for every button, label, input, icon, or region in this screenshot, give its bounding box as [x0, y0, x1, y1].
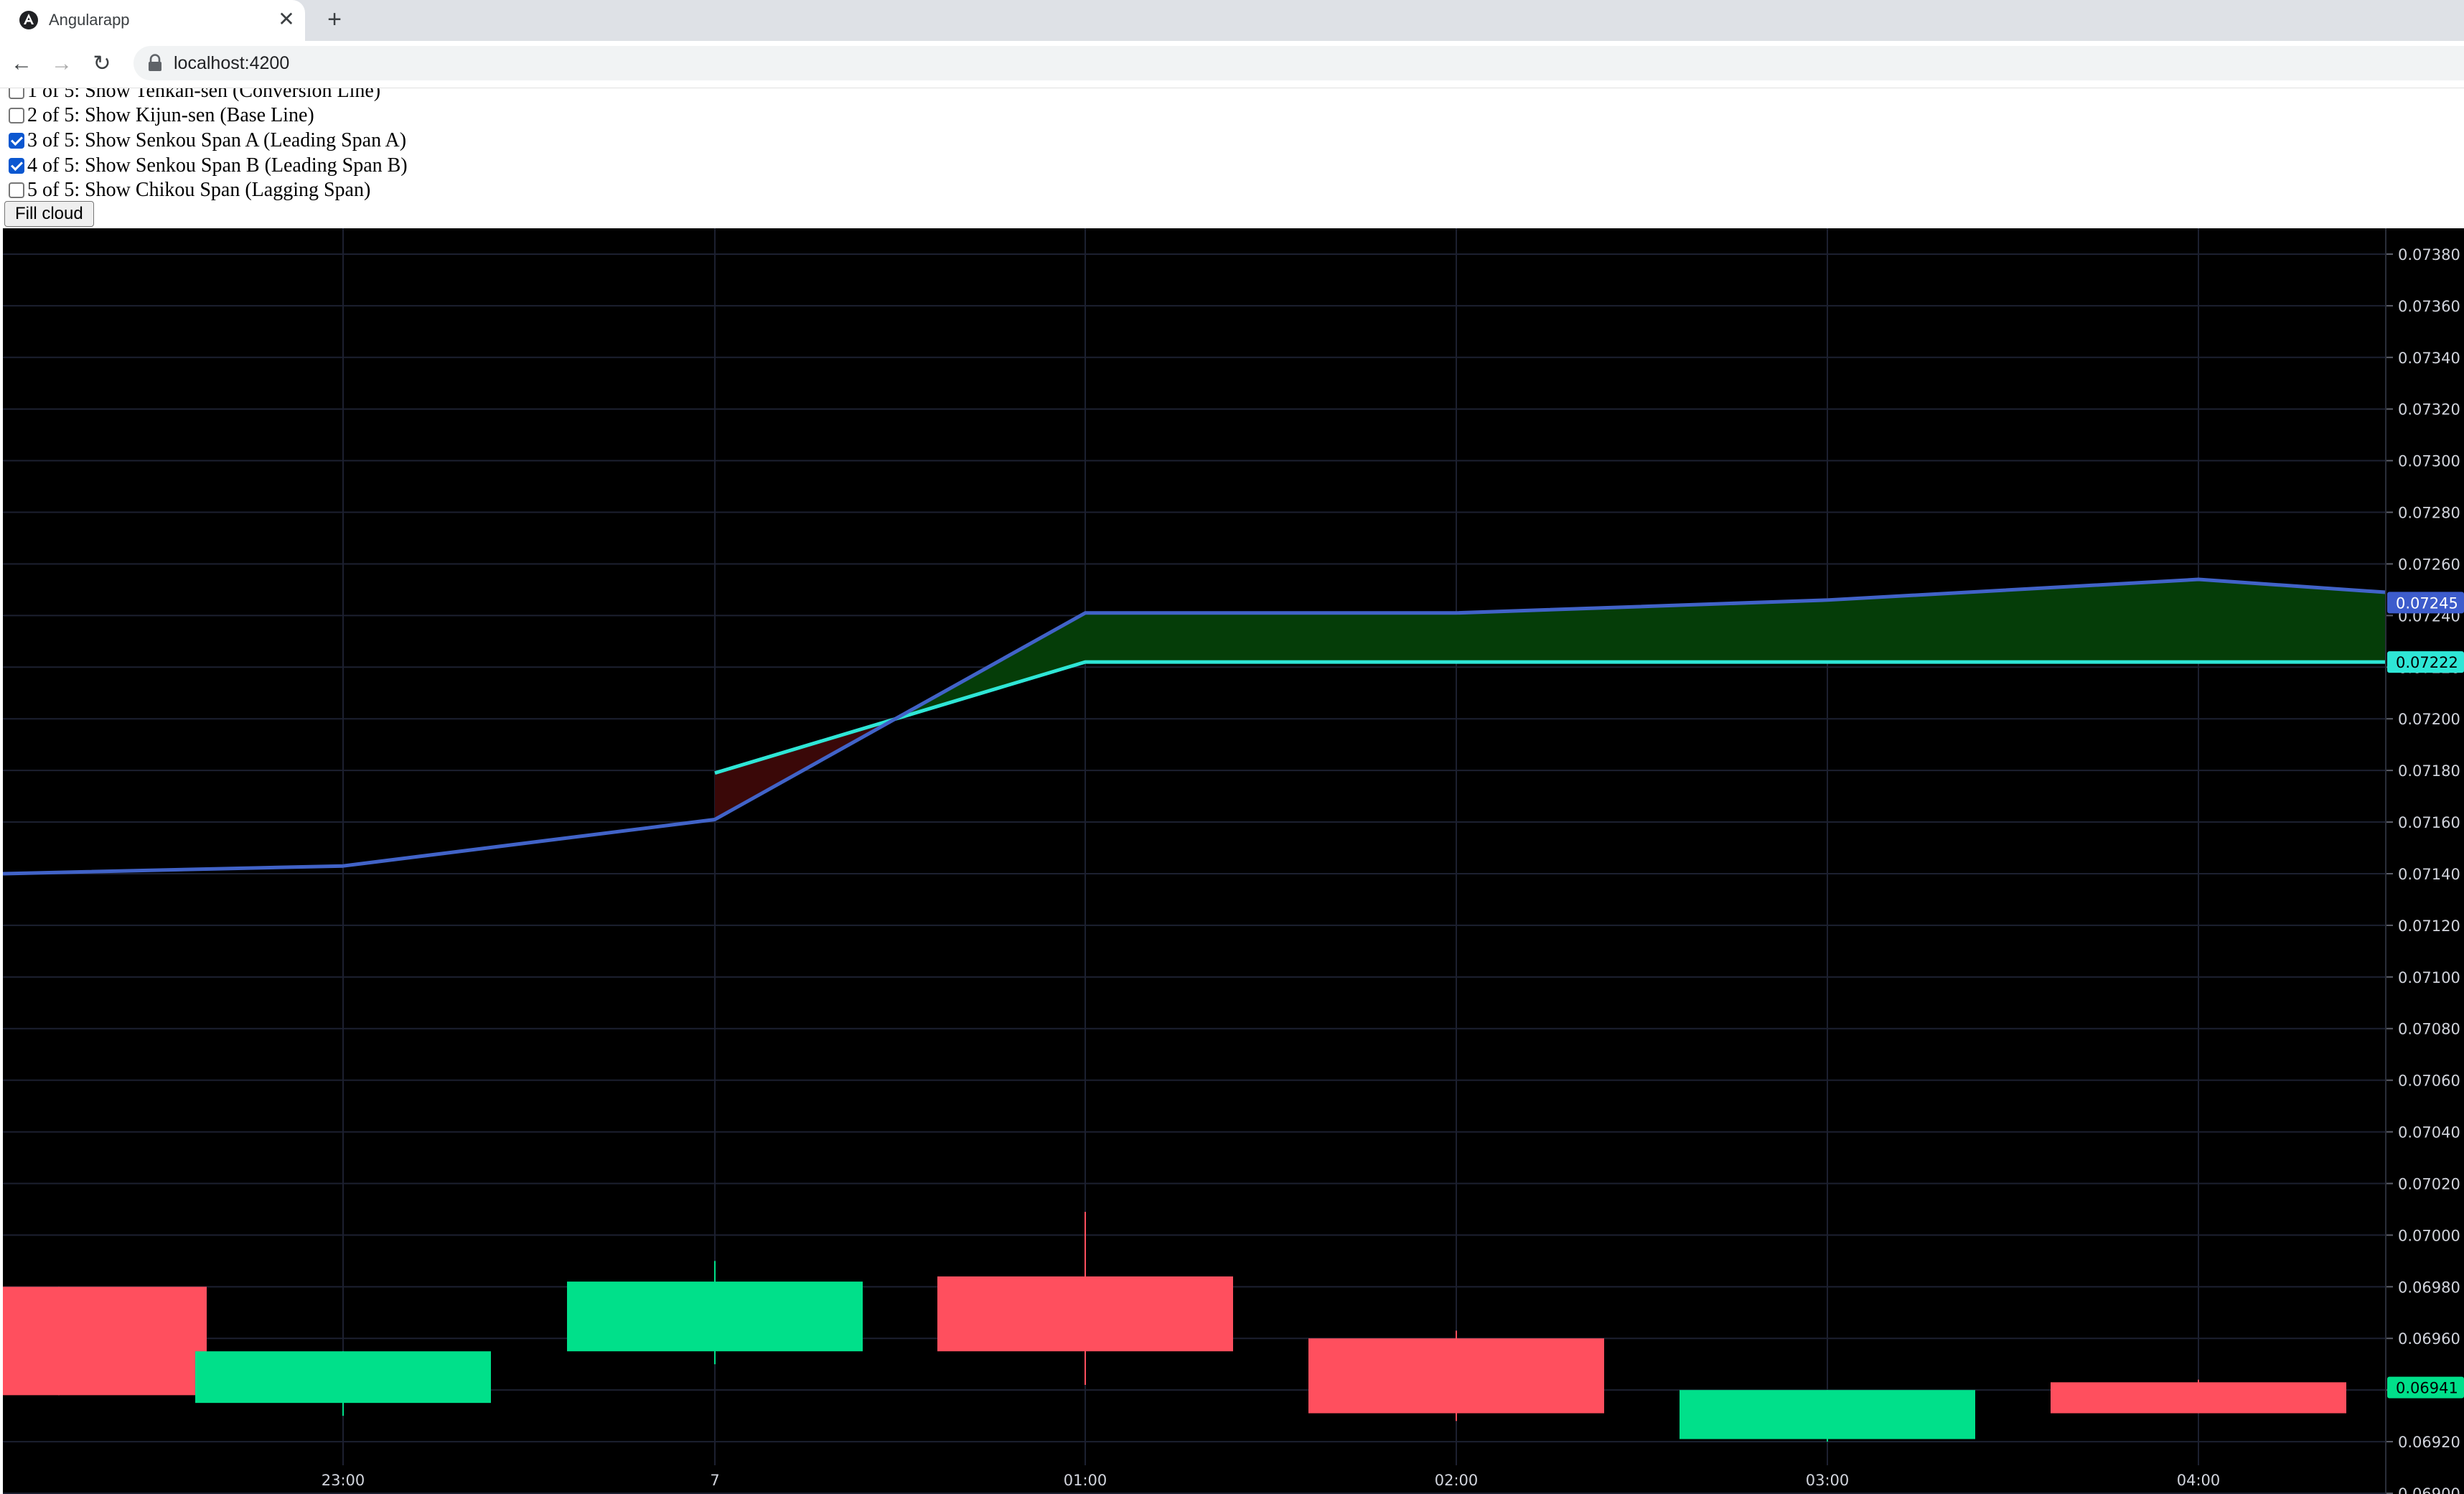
cloud-bullish: [885, 579, 2386, 724]
y-tick-label: 0.07260: [2398, 556, 2460, 573]
y-tick-label: 0.07100: [2398, 969, 2460, 986]
y-tick-label: 0.07120: [2398, 918, 2460, 935]
y-tick-label: 0.07060: [2398, 1073, 2460, 1090]
price-badge-label: 0.07222: [2396, 654, 2458, 671]
tab-title: Angularapp: [49, 11, 130, 29]
browser-tabstrip: Angularapp ✕ +: [0, 0, 2464, 41]
x-tick-label: 7: [710, 1472, 719, 1489]
lock-icon: [149, 54, 161, 71]
checkbox-tenkan[interactable]: [9, 88, 24, 99]
checkbox-senkou-a[interactable]: [9, 133, 24, 149]
browser-tab[interactable]: Angularapp ✕: [0, 0, 305, 41]
candle-body: [2051, 1382, 2346, 1414]
address-bar[interactable]: localhost:4200: [133, 46, 2464, 80]
checkbox-senkou-b[interactable]: [9, 158, 24, 174]
y-tick-label: 0.07340: [2398, 350, 2460, 367]
checkbox-chikou[interactable]: [9, 182, 24, 198]
forward-arrow-icon[interactable]: →: [49, 51, 75, 77]
y-tick-label: 0.07080: [2398, 1021, 2460, 1038]
y-tick-label: 0.07360: [2398, 298, 2460, 315]
candle-body: [195, 1351, 491, 1404]
x-tick-label: 03:00: [1806, 1472, 1850, 1489]
url-text: localhost:4200: [174, 53, 290, 73]
checkbox-label-senkou-a: 3 of 5: Show Senkou Span A (Leading Span…: [27, 129, 407, 151]
y-tick-label: 0.07020: [2398, 1175, 2460, 1192]
candle-body: [1680, 1390, 1975, 1439]
fill-cloud-button[interactable]: Fill cloud: [4, 201, 94, 227]
y-tick-label: 0.07040: [2398, 1124, 2460, 1141]
x-tick-label: 01:00: [1064, 1472, 1107, 1489]
angular-logo-icon: [19, 11, 38, 29]
close-tab-icon[interactable]: ✕: [274, 7, 299, 32]
candle-body: [3, 1287, 207, 1396]
x-tick-label: 02:00: [1435, 1472, 1479, 1489]
candle-body: [567, 1281, 863, 1352]
y-tick-label: 0.07140: [2398, 866, 2460, 883]
y-tick-label: 0.07200: [2398, 711, 2460, 728]
reload-icon[interactable]: ↻: [89, 51, 115, 77]
y-tick-label: 0.06960: [2398, 1330, 2460, 1348]
y-tick-label: 0.07160: [2398, 814, 2460, 831]
checkbox-row-kijun[interactable]: 2 of 5: Show Kijun-sen (Base Line): [9, 103, 314, 128]
ichimoku-chart[interactable]: 0.07380 0.07360 0.07340 0.07320 0.07300 0.072…: [3, 228, 2464, 1494]
checkbox-label-tenkan: 1 of 5: Show Tenkan-sen (Conversion Line…: [27, 88, 381, 102]
checkbox-label-kijun: 2 of 5: Show Kijun-sen (Base Line): [27, 104, 314, 126]
y-tick-label: 0.07280: [2398, 505, 2460, 522]
y-tick-label: 0.07300: [2398, 453, 2460, 470]
checkbox-row-senkou-b[interactable]: 4 of 5: Show Senkou Span B (Leading Span…: [9, 154, 408, 178]
x-tick-label: 23:00: [322, 1472, 365, 1489]
y-tick-label: 0.06900: [2398, 1485, 2460, 1494]
x-tick-label: 04:00: [2177, 1472, 2221, 1489]
chart-canvas[interactable]: 0.07380 0.07360 0.07340 0.07320 0.07300 0.072…: [3, 228, 2464, 1494]
new-tab-button[interactable]: +: [322, 7, 347, 33]
y-tick-label: 0.06980: [2398, 1279, 2460, 1296]
checkbox-kijun[interactable]: [9, 108, 24, 123]
price-badge-label: 0.06941: [2396, 1380, 2458, 1397]
checkbox-row-senkou-a[interactable]: 3 of 5: Show Senkou Span A (Leading Span…: [9, 129, 406, 153]
indicator-controls: 1 of 5: Show Tenkan-sen (Conversion Line…: [0, 88, 2464, 228]
back-arrow-icon[interactable]: ←: [9, 51, 34, 77]
price-badge-label: 0.07245: [2396, 594, 2458, 612]
y-tick-label: 0.07180: [2398, 762, 2460, 780]
y-tick-label: 0.07380: [2398, 246, 2460, 263]
candle-body: [1308, 1338, 1604, 1414]
y-tick-label: 0.06920: [2398, 1434, 2460, 1451]
checkbox-row-tenkan[interactable]: 1 of 5: Show Tenkan-sen (Conversion Line…: [9, 88, 380, 103]
checkbox-label-senkou-b: 4 of 5: Show Senkou Span B (Leading Span…: [27, 154, 408, 177]
y-tick-label: 0.07000: [2398, 1227, 2460, 1244]
browser-toolbar: ← → ↻ localhost:4200: [0, 41, 2464, 88]
y-tick-label: 0.07320: [2398, 401, 2460, 419]
checkbox-row-chikou[interactable]: 5 of 5: Show Chikou Span (Lagging Span): [9, 178, 370, 202]
checkbox-label-chikou: 5 of 5: Show Chikou Span (Lagging Span): [27, 179, 371, 201]
candle-body: [937, 1276, 1233, 1352]
